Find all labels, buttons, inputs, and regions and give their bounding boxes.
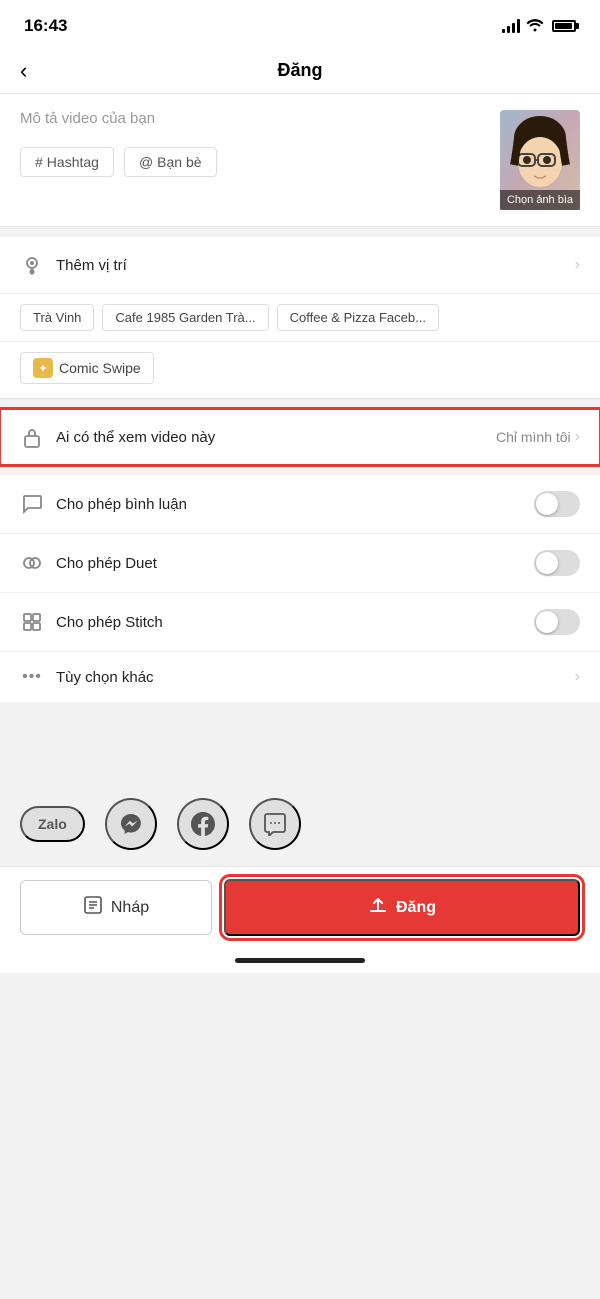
stitch-toggle[interactable] (534, 609, 580, 635)
hashtag-icon: # (35, 154, 43, 170)
mention-label: Bạn bè (157, 154, 201, 170)
location-tag-1[interactable]: Trà Vinh (20, 304, 94, 331)
at-icon: @ (139, 154, 153, 170)
wifi-icon (526, 18, 544, 35)
post-button[interactable]: Đăng (224, 879, 580, 936)
settings-section: Cho phép bình luận Cho phép Duet Cho phé… (0, 475, 600, 702)
draft-icon (83, 895, 103, 920)
home-bar (235, 958, 365, 963)
draft-label: Nháp (111, 899, 149, 917)
description-section: Mô tả video của bạn # Hashtag @ Bạn bè (0, 94, 600, 227)
more-icon: ••• (20, 668, 44, 686)
spacer (0, 702, 600, 782)
upload-icon (368, 895, 388, 920)
who-can-view-label: Ai có thể xem video này (56, 429, 496, 446)
desc-placeholder[interactable]: Mô tả video của bạn (20, 110, 484, 127)
add-location-label: Thêm vị trí (56, 257, 575, 274)
hashtag-button[interactable]: # Hashtag (20, 147, 114, 177)
comment-icon (20, 492, 44, 516)
who-can-view-value: Chỉ mình tôi (496, 429, 571, 445)
message-share-button[interactable] (249, 798, 301, 850)
location-tags-row: Trà Vinh Cafe 1985 Garden Trà... Coffee … (0, 294, 600, 342)
effect-label: Comic Swipe (59, 360, 141, 376)
location-tag-3[interactable]: Coffee & Pizza Faceb... (277, 304, 439, 331)
who-can-view-chevron-icon: › (575, 428, 580, 446)
location-chevron-icon: › (575, 256, 580, 274)
cover-photo-label[interactable]: Chọn ảnh bìa (500, 190, 580, 210)
home-indicator (0, 948, 600, 973)
mention-button[interactable]: @ Bạn bè (124, 147, 217, 177)
lock-icon (20, 425, 44, 449)
back-button[interactable]: ‹ (20, 58, 27, 84)
status-time: 16:43 (24, 16, 67, 36)
duet-toggle[interactable] (534, 550, 580, 576)
facebook-share-button[interactable] (177, 798, 229, 850)
location-tag-2[interactable]: Cafe 1985 Garden Trà... (102, 304, 268, 331)
duet-icon (20, 551, 44, 575)
more-options-row[interactable]: ••• Tùy chọn khác › (0, 652, 600, 702)
bottom-action-bar: Nháp Đăng (0, 866, 600, 948)
comments-toggle-row: Cho phép bình luận (0, 475, 600, 534)
effect-icon: ✦ (33, 358, 53, 378)
who-can-view-row[interactable]: Ai có thể xem video này Chỉ mình tôi › (0, 409, 600, 465)
effect-tag[interactable]: ✦ Comic Swipe (20, 352, 154, 384)
more-options-label: Tùy chọn khác (56, 669, 575, 686)
comments-toggle[interactable] (534, 491, 580, 517)
share-section: Zalo (0, 782, 600, 866)
page-title: Đăng (278, 60, 323, 81)
signal-icon (502, 19, 520, 33)
more-options-chevron-icon: › (575, 668, 580, 686)
location-section: Thêm vị trí › Trà Vinh Cafe 1985 Garden … (0, 237, 600, 399)
hashtag-label: Hashtag (47, 154, 99, 170)
stitch-icon (20, 610, 44, 634)
location-icon (20, 253, 44, 277)
status-bar: 16:43 (0, 0, 600, 48)
thumbnail-wrapper: Chọn ảnh bìa (500, 110, 580, 210)
add-location-row[interactable]: Thêm vị trí › (0, 237, 600, 294)
tag-buttons-row: # Hashtag @ Bạn bè (20, 147, 484, 177)
status-icons (502, 18, 576, 35)
duet-toggle-row: Cho phép Duet (0, 534, 600, 593)
zalo-share-button[interactable]: Zalo (20, 806, 85, 842)
stitch-label: Cho phép Stitch (56, 614, 534, 631)
effect-row: ✦ Comic Swipe (0, 342, 600, 399)
comments-label: Cho phép bình luận (56, 496, 534, 513)
battery-icon (552, 20, 576, 32)
post-label: Đăng (396, 899, 436, 917)
header: ‹ Đăng (0, 48, 600, 94)
stitch-toggle-row: Cho phép Stitch (0, 593, 600, 652)
messenger-share-button[interactable] (105, 798, 157, 850)
duet-label: Cho phép Duet (56, 555, 534, 572)
desc-left: Mô tả video của bạn # Hashtag @ Bạn bè (20, 110, 500, 177)
draft-button[interactable]: Nháp (20, 880, 212, 935)
